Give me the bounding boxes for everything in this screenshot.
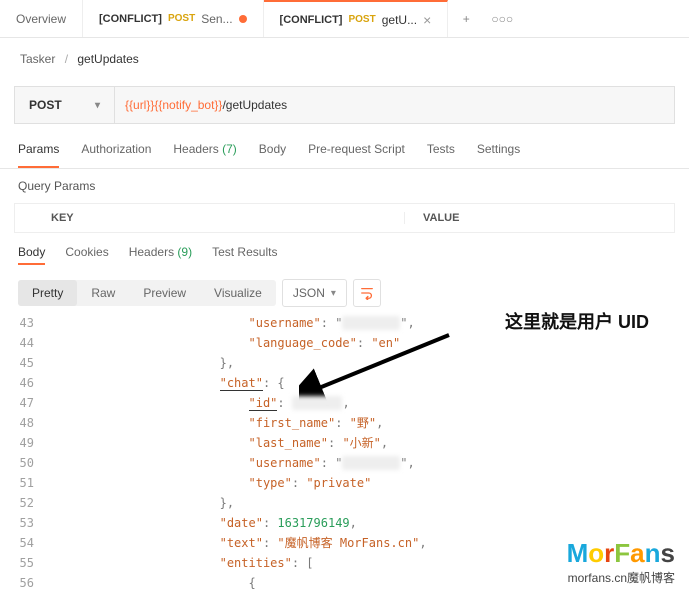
chevron-down-icon: ▾ xyxy=(95,100,100,111)
request-tabs: Params Authorization Headers (7) Body Pr… xyxy=(0,130,689,169)
format-select[interactable]: JSON ▾ xyxy=(282,279,347,307)
kv-value-header: VALUE xyxy=(405,212,674,224)
url-input[interactable]: {{url}}{{notify_bot}}/getUpdates xyxy=(115,98,674,112)
tab-body[interactable]: Body xyxy=(259,142,286,168)
preview-button[interactable]: Preview xyxy=(129,280,200,306)
unsaved-dot-icon xyxy=(239,15,247,23)
pretty-button[interactable]: Pretty xyxy=(18,280,77,306)
request-url-row: POST ▾ {{url}}{{notify_bot}}/getUpdates xyxy=(14,86,675,124)
kv-key-header: KEY xyxy=(15,212,405,224)
new-tab-button[interactable]: + xyxy=(448,12,484,26)
breadcrumb-root[interactable]: Tasker xyxy=(20,52,55,66)
query-params-title: Query Params xyxy=(0,169,689,203)
resp-tab-testresults[interactable]: Test Results xyxy=(212,245,277,265)
resp-tab-body[interactable]: Body xyxy=(18,245,45,265)
response-toolbar: Pretty Raw Preview Visualize JSON ▾ xyxy=(0,273,689,313)
tab-params[interactable]: Params xyxy=(18,142,59,168)
tab-title: Sen... xyxy=(201,12,232,26)
method-select[interactable]: POST ▾ xyxy=(15,87,115,123)
wrap-lines-icon[interactable] xyxy=(353,279,381,307)
tab-headers[interactable]: Headers (7) xyxy=(173,142,236,168)
tab-overview[interactable]: Overview xyxy=(0,0,83,37)
kv-header: KEY VALUE xyxy=(14,203,675,233)
response-body[interactable]: 43 "username": " ", 44 "language_code": … xyxy=(0,313,689,593)
tab-tests[interactable]: Tests xyxy=(427,142,455,168)
tab-settings[interactable]: Settings xyxy=(477,142,520,168)
tab-method: POST xyxy=(168,13,195,24)
tab-title: getU... xyxy=(382,13,417,27)
tab-method: POST xyxy=(348,14,375,25)
chevron-down-icon: ▾ xyxy=(331,288,336,299)
tab-conflict-label: [CONFLICT] xyxy=(280,14,343,26)
tab-conflict-2[interactable]: [CONFLICT] POST getU... × xyxy=(264,0,449,37)
resp-tab-headers[interactable]: Headers (9) xyxy=(129,245,192,265)
raw-button[interactable]: Raw xyxy=(77,280,129,306)
view-mode-group: Pretty Raw Preview Visualize xyxy=(18,280,276,306)
tab-conflict-label: [CONFLICT] xyxy=(99,13,162,25)
more-tabs-button[interactable]: ○○○ xyxy=(484,12,520,26)
tab-prerequest[interactable]: Pre-request Script xyxy=(308,142,405,168)
resp-tab-cookies[interactable]: Cookies xyxy=(65,245,108,265)
tab-authorization[interactable]: Authorization xyxy=(81,142,151,168)
breadcrumb: Tasker / getUpdates xyxy=(0,38,689,80)
tab-conflict-1[interactable]: [CONFLICT] POST Sen... xyxy=(83,0,264,37)
breadcrumb-current: getUpdates xyxy=(77,52,138,66)
visualize-button[interactable]: Visualize xyxy=(200,280,276,306)
response-tabs: Body Cookies Headers (9) Test Results xyxy=(0,233,689,273)
close-icon[interactable]: × xyxy=(423,12,431,28)
